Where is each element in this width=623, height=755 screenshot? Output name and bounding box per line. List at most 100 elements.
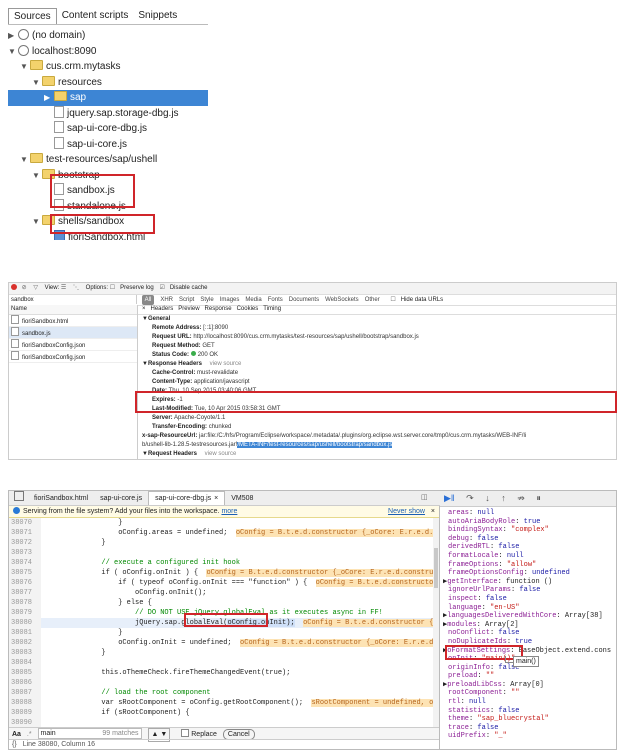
code-line[interactable]: 38087 // load the root component bbox=[9, 688, 433, 698]
list-view-icon[interactable]: ☰ bbox=[61, 283, 66, 294]
scope-property[interactable]: theme: "sap_bluecrystal" bbox=[440, 715, 616, 724]
code-line[interactable]: 38084 bbox=[9, 658, 433, 668]
line-number[interactable]: 38077 bbox=[9, 588, 41, 598]
scope-property[interactable]: trace: false bbox=[440, 724, 616, 733]
expand-arrow-icon[interactable]: ▼ bbox=[20, 59, 30, 75]
filter-type-documents[interactable]: Documents bbox=[289, 295, 319, 305]
scope-property[interactable]: frameOptionsConfig: undefined bbox=[440, 569, 616, 578]
scope-property[interactable]: inspect: false bbox=[440, 595, 616, 604]
request-row[interactable]: fioriSandboxConfig.json bbox=[9, 339, 137, 351]
more-link[interactable]: more bbox=[221, 508, 237, 515]
line-number[interactable]: 38084 bbox=[9, 658, 41, 668]
step-over-icon[interactable]: ↷ bbox=[466, 493, 474, 503]
sidebar-toggle-icon[interactable]: ◫ bbox=[421, 491, 428, 505]
line-number[interactable]: 38082 bbox=[9, 638, 41, 648]
request-row[interactable]: fioriSandbox.html bbox=[9, 315, 137, 327]
code-line[interactable]: 38089 if (sRootComponent) { bbox=[9, 708, 433, 718]
tab-sources[interactable]: Sources bbox=[8, 8, 57, 24]
clear-icon[interactable]: ⊘ bbox=[22, 283, 27, 294]
line-number[interactable]: 38071 bbox=[9, 528, 41, 538]
scope-property[interactable]: ▶getInterface: function () bbox=[440, 578, 616, 587]
tree-item[interactable]: ▼ localhost:8090 bbox=[8, 44, 208, 60]
code-line[interactable]: 38085 this.oThemeCheck.fireThemeChangedE… bbox=[9, 668, 433, 678]
filter-type-websockets[interactable]: WebSockets bbox=[325, 295, 359, 305]
step-out-icon[interactable]: ↑ bbox=[501, 493, 506, 503]
code-line[interactable]: 38074 // execute a configured init hook bbox=[9, 558, 433, 568]
infobar-close-icon[interactable]: × bbox=[431, 506, 435, 517]
scope-property[interactable]: frameOptions: "allow" bbox=[440, 561, 616, 570]
details-tab-cookies[interactable]: Cookies bbox=[237, 306, 259, 312]
line-number[interactable]: 38086 bbox=[9, 678, 41, 688]
line-number[interactable]: 38076 bbox=[9, 578, 41, 588]
line-number[interactable]: 38085 bbox=[9, 668, 41, 678]
pause-on-exceptions-icon[interactable]: ⏸ bbox=[536, 493, 541, 503]
code-line[interactable]: 38076 if ( typeof oConfig.onInit === "fu… bbox=[9, 578, 433, 588]
filter-icon[interactable]: ▽ bbox=[33, 283, 38, 294]
line-number[interactable]: 38075 bbox=[9, 568, 41, 578]
filter-type-all[interactable]: All bbox=[141, 295, 155, 305]
expand-arrow-icon[interactable]: ▼ bbox=[8, 44, 18, 60]
file-tab[interactable]: sap-ui-core-dbg.js × bbox=[148, 491, 226, 505]
line-number[interactable]: 38087 bbox=[9, 688, 41, 698]
scope-property[interactable]: ▶modules: Array[2] bbox=[440, 621, 616, 630]
expand-arrow-icon[interactable]: ▼ bbox=[32, 168, 42, 184]
step-into-icon[interactable]: ↓ bbox=[485, 493, 490, 503]
filter-type-fonts[interactable]: Fonts bbox=[268, 295, 283, 305]
line-number[interactable]: 38072 bbox=[9, 538, 41, 548]
code-line[interactable]: 38081 } bbox=[9, 628, 433, 638]
code-line[interactable]: 38088 var sRootComponent = oConfig.getRo… bbox=[9, 698, 433, 708]
line-number[interactable]: 38074 bbox=[9, 558, 41, 568]
line-number[interactable]: 38088 bbox=[9, 698, 41, 708]
expand-arrow-icon[interactable]: ▼ bbox=[20, 152, 30, 168]
line-number[interactable]: 38081 bbox=[9, 628, 41, 638]
filter-type-images[interactable]: Images bbox=[220, 295, 240, 305]
code-line[interactable]: 38083 } bbox=[9, 648, 433, 658]
name-column-header[interactable]: Name bbox=[9, 305, 137, 315]
scope-property[interactable]: areas: null bbox=[440, 509, 616, 518]
code-line[interactable]: 38072 } bbox=[9, 538, 433, 548]
code-line[interactable]: 38070 } bbox=[9, 518, 433, 528]
replace-checkbox[interactable] bbox=[181, 729, 190, 737]
tree-item[interactable]: ▼ cus.crm.mytasks bbox=[8, 59, 208, 75]
line-number[interactable]: 38089 bbox=[9, 708, 41, 718]
scope-property[interactable]: language: "en-US" bbox=[440, 604, 616, 613]
scope-property[interactable]: formatLocale: null bbox=[440, 552, 616, 561]
expand-arrow-icon[interactable]: ▼ bbox=[32, 214, 42, 230]
tab-content-scripts[interactable]: Content scripts bbox=[57, 8, 134, 24]
code-scrollbar-thumb[interactable] bbox=[434, 548, 438, 588]
tree-item[interactable]: ▼ resources bbox=[8, 75, 208, 91]
scope-property[interactable]: noConflict: false bbox=[440, 629, 616, 638]
tree-item[interactable]: ▶ sap bbox=[8, 90, 208, 106]
scope-property[interactable]: autoAriaBodyRole: true bbox=[440, 518, 616, 527]
request-row[interactable]: fioriSandboxConfig.json bbox=[9, 351, 137, 363]
request-row[interactable]: sandbox.js bbox=[9, 327, 137, 339]
filter-type-xhr[interactable]: XHR bbox=[160, 295, 173, 305]
expand-arrow-icon[interactable]: ▶ bbox=[8, 28, 18, 44]
regex-toggle[interactable]: .* bbox=[27, 731, 32, 738]
scope-property[interactable]: preload: "" bbox=[440, 672, 616, 681]
tree-item[interactable]: sap-ui-core.js bbox=[8, 136, 208, 153]
file-tab[interactable]: VM508 bbox=[225, 492, 259, 505]
code-line[interactable]: 38078 } else { bbox=[9, 598, 433, 608]
scope-property[interactable]: ignoreUrlParams: false bbox=[440, 586, 616, 595]
code-line[interactable]: 38073 bbox=[9, 548, 433, 558]
filter-type-style[interactable]: Style bbox=[200, 295, 213, 305]
scope-property[interactable]: bindingSyntax: "complex" bbox=[440, 526, 616, 535]
close-details-icon[interactable]: × bbox=[142, 306, 146, 312]
file-tab[interactable]: sap-ui-core.js bbox=[94, 492, 148, 505]
code-scrollbar[interactable] bbox=[433, 518, 439, 728]
pretty-print-icon[interactable]: {} bbox=[12, 741, 17, 748]
code-line[interactable]: 38075 if ( oConfig.onInit ) { oConfig = … bbox=[9, 568, 433, 578]
match-case-toggle[interactable]: Aa bbox=[12, 731, 21, 738]
scope-property[interactable]: derivedRTL: false bbox=[440, 543, 616, 552]
scope-property[interactable]: debug: false bbox=[440, 535, 616, 544]
line-number[interactable]: 38070 bbox=[9, 518, 41, 528]
filter-type-script[interactable]: Script bbox=[179, 295, 194, 305]
code-line[interactable]: 38082 oConfig.onInit = undefined; oConfi… bbox=[9, 638, 433, 648]
scope-property[interactable]: rtl: null bbox=[440, 698, 616, 707]
tab-snippets[interactable]: Snippets bbox=[133, 8, 182, 24]
expand-arrow-icon[interactable]: ▶ bbox=[44, 90, 54, 106]
disable-cache-checkbox[interactable]: ☑ bbox=[159, 283, 164, 294]
tree-item[interactable]: ▼ test-resources/sap/ushell bbox=[8, 152, 208, 168]
scope-property[interactable]: rootComponent: "" bbox=[440, 689, 616, 698]
